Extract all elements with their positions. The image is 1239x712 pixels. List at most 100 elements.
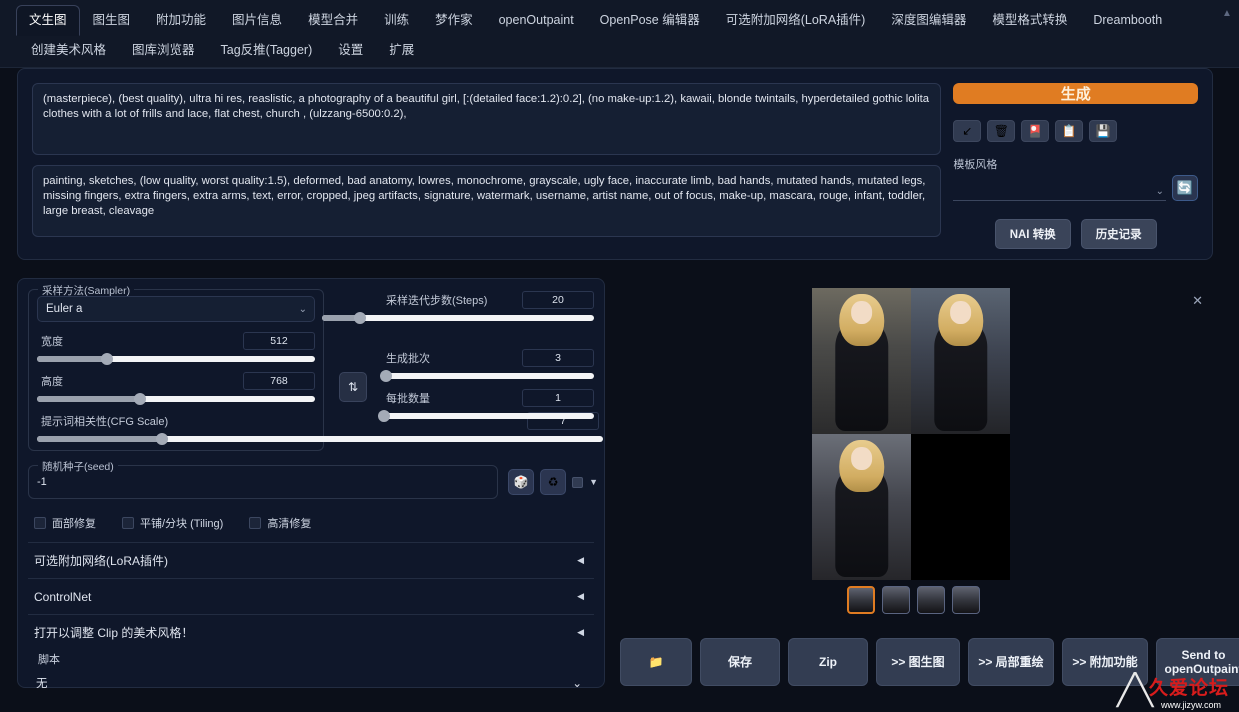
tab-3[interactable]: 图片信息 [219, 5, 295, 36]
scroll-up-icon[interactable]: ▲ [1221, 8, 1233, 20]
tab-12[interactable]: Dreambooth [1080, 5, 1175, 36]
arrow-down-left-icon[interactable]: ↙ [953, 120, 981, 142]
send-to-extras-button[interactable]: >> 附加功能 [1062, 638, 1148, 686]
extra-seed-checkbox[interactable] [572, 477, 583, 488]
random-seed-button[interactable]: 🎲 [508, 469, 534, 495]
batch-size-label: 每批数量 [382, 390, 430, 406]
generated-image-4-empty[interactable] [911, 434, 1010, 580]
seed-controls: 🎲 ♻ ▼ [508, 469, 598, 495]
height-value[interactable]: 768 [243, 372, 315, 390]
chevron-down-icon[interactable]: ▼ [589, 477, 598, 487]
checkbox-label: 高清修复 [267, 515, 311, 531]
tab-11[interactable]: 模型格式转换 [979, 5, 1080, 36]
send-to-img2img-button[interactable]: >> 图生图 [876, 638, 960, 686]
steps-slider-knob[interactable] [354, 312, 366, 324]
positive-prompt-input[interactable]: (masterpiece), (best quality), ultra hi … [32, 83, 941, 155]
steps-value[interactable]: 20 [522, 291, 594, 309]
batch-size-slider[interactable] [382, 413, 594, 419]
tab-6[interactable]: 梦作家 [422, 5, 486, 36]
generate-button[interactable]: 生成 [953, 83, 1198, 104]
checkbox-icon[interactable] [34, 517, 46, 529]
generated-image-1[interactable] [812, 288, 911, 434]
steps-slider-group: 采样迭代步数(Steps) 20 [382, 291, 594, 321]
batch-count-slider[interactable] [382, 373, 594, 379]
batch-size-knob[interactable] [378, 410, 390, 422]
cfg-slider-fill [37, 436, 162, 442]
checkbox-item-2[interactable]: 高清修复 [249, 515, 311, 531]
height-slider[interactable] [37, 396, 315, 402]
negative-prompt-input[interactable]: painting, sketches, (low quality, worst … [32, 165, 941, 237]
zip-button[interactable]: Zip [788, 638, 868, 686]
swap-wrap: ⇅ [334, 289, 372, 451]
sampler-area: 采样方法(Sampler) Euler a ⌄ 宽度 512 [28, 289, 594, 451]
style-select[interactable]: ⌄ [953, 179, 1166, 201]
tab-0[interactable]: 文生图 [16, 5, 80, 36]
accordion-lora[interactable]: 可选附加网络(LoRA插件) ◀ [28, 543, 594, 579]
cfg-slider[interactable] [37, 436, 603, 442]
bottom-spacer [0, 688, 1239, 712]
tab-5[interactable]: 训练 [371, 5, 422, 36]
result-action-row: 📁保存Zip>> 图生图>> 局部重绘>> 附加功能Send to openOu… [620, 638, 1239, 686]
sampler-select[interactable]: Euler a ⌄ [37, 296, 315, 322]
seed-input[interactable]: -1 [29, 476, 47, 488]
secondary-button-1[interactable]: 历史记录 [1081, 219, 1157, 249]
card-icon[interactable]: 🎴 [1021, 120, 1049, 142]
tab-1[interactable]: 图生图 [80, 5, 144, 36]
clipboard-icon[interactable]: 📋 [1055, 120, 1083, 142]
reuse-seed-button[interactable]: ♻ [540, 469, 566, 495]
thumbnail-2[interactable] [917, 586, 945, 614]
thumbnail-0[interactable] [847, 586, 875, 614]
width-slider-fill [37, 356, 107, 362]
tab-7[interactable]: openOutpaint [486, 5, 587, 36]
batch-count-value[interactable]: 3 [522, 349, 594, 367]
width-slider-knob[interactable] [101, 353, 113, 365]
generated-image-3[interactable] [812, 434, 911, 580]
generated-image-grid[interactable] [812, 288, 1010, 580]
cfg-label: 提示词相关性(CFG Scale) [37, 413, 168, 429]
accordion-clip-style[interactable]: 打开以调整 Clip 的美术风格！ ◀ [28, 615, 594, 649]
checkbox-icon[interactable] [122, 517, 134, 529]
accordion-controlnet-label: ControlNet [34, 590, 91, 604]
width-slider[interactable] [37, 356, 315, 362]
height-slider-knob[interactable] [134, 393, 146, 405]
tab-secondary-0[interactable]: 创建美术风格 [18, 37, 119, 63]
swap-dimensions-button[interactable]: ⇅ [339, 372, 367, 402]
width-value[interactable]: 512 [243, 332, 315, 350]
batch-count-knob[interactable] [380, 370, 392, 382]
thumbnail-3[interactable] [952, 586, 980, 614]
checkbox-item-1[interactable]: 平铺/分块 (Tiling) [122, 515, 223, 531]
cfg-slider-knob[interactable] [156, 433, 168, 445]
tab-4[interactable]: 模型合并 [295, 5, 371, 36]
save-button[interactable]: 保存 [700, 638, 780, 686]
tab-10[interactable]: 深度图编辑器 [878, 5, 979, 36]
tab-secondary-4[interactable]: 扩展 [376, 37, 427, 63]
tab-secondary-2[interactable]: Tag反推(Tagger) [208, 37, 326, 63]
thumbnail-1[interactable] [882, 586, 910, 614]
send-to-inpaint-button[interactable]: >> 局部重绘 [968, 638, 1054, 686]
send-to-openoutpaint-button[interactable]: Send to openOutpaint [1156, 638, 1239, 686]
chevron-down-icon: ⌄ [299, 304, 307, 315]
close-icon[interactable]: ✕ [1192, 294, 1203, 307]
tab-2[interactable]: 附加功能 [143, 5, 219, 36]
tab-8[interactable]: OpenPose 编辑器 [587, 5, 713, 36]
generate-panel: 生成 ↙🗑🎴📋💾 模板风格 ⌄ 🔄 NAI 转换历史记录 [953, 83, 1198, 245]
open-folder-button[interactable]: 📁 [620, 638, 692, 686]
chevron-left-icon: ◀ [577, 555, 584, 566]
checkbox-item-0[interactable]: 面部修复 [34, 515, 96, 531]
tab-secondary-1[interactable]: 图库浏览器 [119, 37, 208, 63]
tab-secondary-3[interactable]: 设置 [325, 37, 376, 63]
tab-9[interactable]: 可选附加网络(LoRA插件) [713, 5, 879, 36]
refresh-styles-button[interactable]: 🔄 [1172, 175, 1198, 201]
steps-label: 采样迭代步数(Steps) [382, 292, 487, 308]
checkbox-icon[interactable] [249, 517, 261, 529]
seed-row: 随机种子(seed) -1 🎲 ♻ ▼ [28, 465, 498, 499]
save-icon[interactable]: 💾 [1089, 120, 1117, 142]
trash-icon[interactable]: 🗑 [987, 120, 1015, 142]
accordion-lora-label: 可选附加网络(LoRA插件) [34, 552, 168, 569]
accordion-controlnet[interactable]: ControlNet ◀ [28, 579, 594, 615]
generated-image-2[interactable] [911, 288, 1010, 434]
secondary-button-0[interactable]: NAI 转换 [995, 219, 1071, 249]
batch-size-value[interactable]: 1 [522, 389, 594, 407]
tab-bar: 文生图图生图附加功能图片信息模型合并训练梦作家openOutpaintOpenP… [0, 0, 1239, 68]
steps-slider[interactable] [322, 315, 594, 321]
